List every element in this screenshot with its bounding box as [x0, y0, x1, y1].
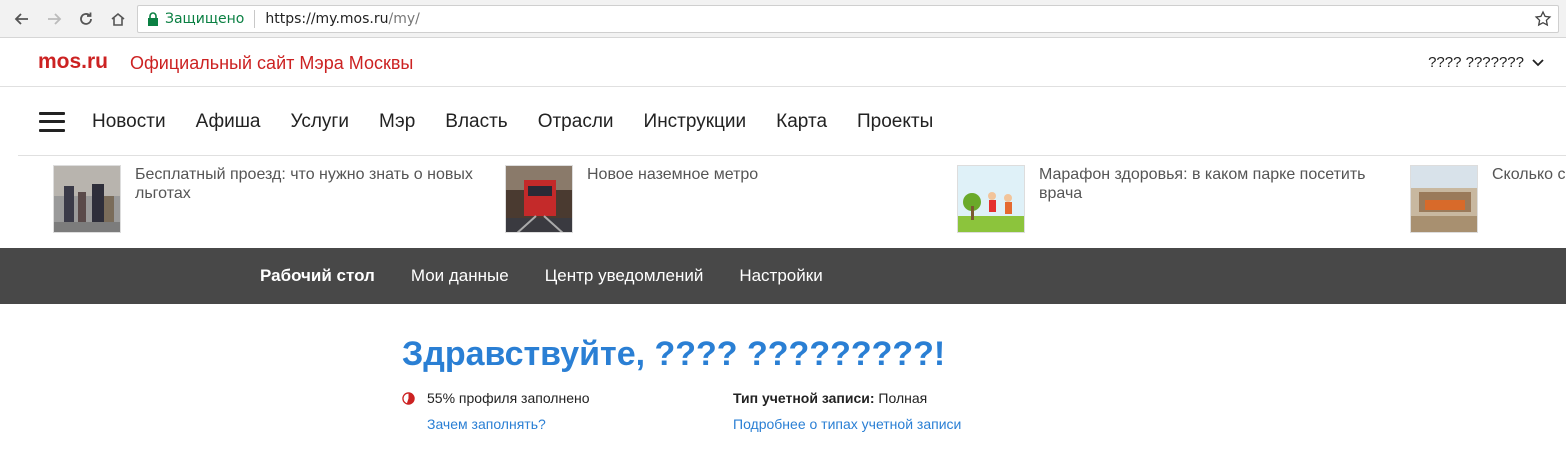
chevron-down-icon [1532, 58, 1544, 66]
news-title: Бесплатный проезд: что нужно знать о нов… [135, 166, 473, 202]
nav-item-map[interactable]: Карта [776, 111, 827, 133]
account-types-link[interactable]: Подробнее о типах учетной записи [733, 416, 961, 432]
account-type-label: Тип учетной записи: [733, 390, 875, 406]
nav-item-instructions[interactable]: Инструкции [644, 111, 747, 133]
reload-icon [80, 12, 92, 25]
menu-icon[interactable] [39, 111, 65, 132]
news-card[interactable]: Новое наземное метро [505, 165, 947, 233]
main-navigation: Новости Афиша Услуги Мэр Власть Отрасли … [18, 88, 1566, 156]
nav-item-projects[interactable]: Проекты [857, 111, 933, 133]
news-thumbnail [505, 165, 573, 233]
url-path: /my/ [388, 11, 420, 27]
nav-item-news[interactable]: Новости [92, 111, 166, 133]
tab-settings[interactable]: Настройки [739, 266, 822, 286]
forward-button[interactable] [40, 5, 68, 33]
secure-label: Защищено [165, 11, 245, 27]
home-icon [111, 12, 125, 26]
nav-item-sectors[interactable]: Отрасли [538, 111, 614, 133]
news-card[interactable]: Бесплатный проезд: что нужно знать о нов… [53, 165, 495, 233]
greeting-heading: Здравствуйте, ???? ?????????! [402, 335, 946, 373]
reload-button[interactable] [72, 5, 100, 33]
profile-pie-icon [402, 391, 415, 405]
arrow-left-icon [14, 12, 28, 25]
url-host: https://my.mos.ru [265, 11, 389, 27]
account-type-value: Полная [878, 390, 928, 406]
profile-fill-text: 55% профиля заполнено [427, 390, 590, 406]
home-button[interactable] [104, 5, 132, 33]
back-button[interactable] [8, 5, 36, 33]
news-card[interactable]: Сколько с [1410, 165, 1566, 233]
why-fill-link[interactable]: Зачем заполнять? [427, 416, 546, 432]
account-type: Тип учетной записи: Полная [733, 390, 927, 406]
news-title: Сколько с [1492, 166, 1566, 183]
site-title[interactable]: Официальный сайт Мэра Москвы [130, 53, 413, 74]
news-card[interactable]: Марафон здоровья: в каком парке посетить… [957, 165, 1399, 233]
user-name: ???? ??????? [1428, 54, 1524, 71]
site-header: mos.ru Официальный сайт Мэра Москвы ????… [0, 39, 1566, 87]
arrow-right-icon [48, 12, 62, 25]
news-thumbnail [53, 165, 121, 233]
bookmark-star-icon[interactable] [1534, 10, 1552, 28]
account-navigation: Рабочий стол Мои данные Центр уведомлени… [0, 248, 1566, 304]
tab-dashboard[interactable]: Рабочий стол [260, 266, 375, 286]
lock-icon [148, 12, 158, 26]
address-divider [254, 10, 256, 28]
news-thumbnail [1410, 165, 1478, 233]
tab-notifications[interactable]: Центр уведомлений [545, 266, 704, 286]
tab-my-data[interactable]: Мои данные [411, 266, 509, 286]
nav-item-mayor[interactable]: Мэр [379, 111, 415, 133]
site-logo[interactable]: mos.ru [38, 50, 108, 74]
nav-item-government[interactable]: Власть [445, 111, 507, 133]
user-menu[interactable]: ???? ??????? [1428, 54, 1544, 71]
browser-toolbar: Защищено https://my.mos.ru/my/ [0, 0, 1566, 38]
news-strip: Бесплатный проезд: что нужно знать о нов… [0, 157, 1566, 247]
news-thumbnail [957, 165, 1025, 233]
news-title: Марафон здоровья: в каком парке посетить… [1039, 166, 1366, 202]
nav-items: Новости Афиша Услуги Мэр Власть Отрасли … [92, 111, 963, 133]
nav-item-afisha[interactable]: Афиша [196, 111, 261, 133]
profile-progress: 55% профиля заполнено [402, 390, 590, 406]
nav-item-services[interactable]: Услуги [291, 111, 349, 133]
address-bar[interactable]: Защищено https://my.mos.ru/my/ [137, 5, 1559, 33]
news-title: Новое наземное метро [587, 166, 759, 183]
